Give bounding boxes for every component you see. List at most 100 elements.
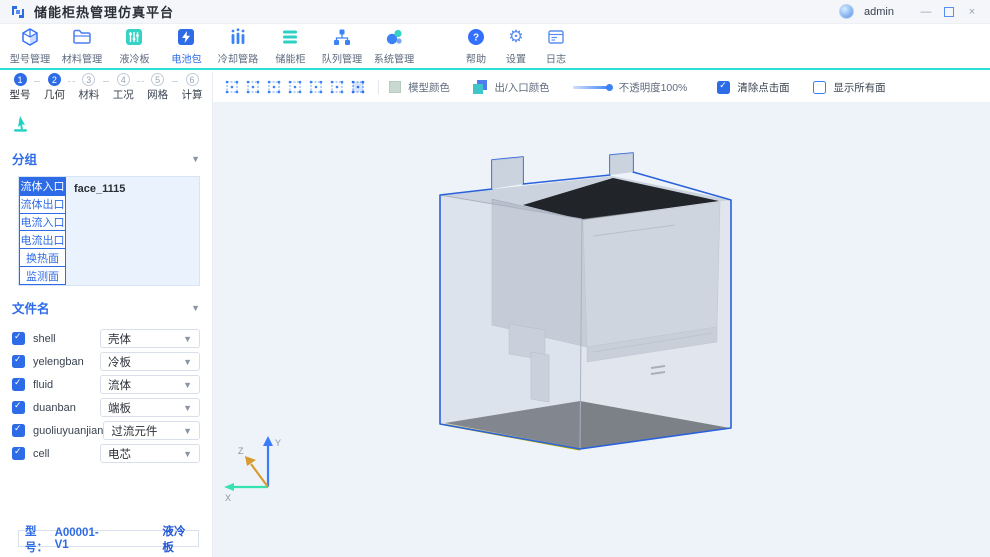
file-row-duanban: duanban 端板▼ bbox=[12, 396, 200, 419]
select-duanban-type[interactable]: 端板 ▼ bbox=[100, 398, 200, 417]
group-tab-fluid-inlet[interactable]: 流体入口 bbox=[19, 177, 66, 195]
toolbar-item-storage-cabinet[interactable]: 储能柜 bbox=[264, 26, 316, 67]
battery-pack-3d-model[interactable]: X Y Z bbox=[213, 102, 990, 557]
step-connector bbox=[34, 80, 41, 82]
group-tab-monitor-face[interactable]: 监测面 bbox=[19, 266, 66, 285]
checkbox-checked-icon[interactable] bbox=[717, 80, 731, 94]
secondary-toolbar: ? 帮助 ⚙ 设置 日志 bbox=[456, 26, 576, 67]
port-color-swatch bbox=[473, 80, 487, 94]
view-cube-icon[interactable] bbox=[309, 80, 323, 94]
chevron-down-icon: ▼ bbox=[183, 379, 192, 390]
axis-x-label: X bbox=[225, 493, 231, 503]
username[interactable]: admin bbox=[864, 6, 894, 18]
view-cube-icon-active[interactable] bbox=[351, 80, 365, 94]
checkbox-guoliuyuanjian[interactable] bbox=[12, 423, 25, 437]
chevron-down-icon[interactable]: ▼ bbox=[191, 303, 200, 313]
checkbox-unchecked-icon[interactable] bbox=[813, 80, 827, 94]
chevron-down-icon: ▼ bbox=[183, 333, 192, 344]
step-connector bbox=[102, 80, 110, 82]
opacity-slider[interactable] bbox=[573, 83, 614, 91]
axis-y-label: Y bbox=[275, 438, 281, 448]
module-name: 液冷板 bbox=[162, 525, 186, 554]
chevron-down-icon: ▼ bbox=[183, 425, 192, 436]
toolbar-item-cooling-pipeline[interactable]: 冷却管路 bbox=[212, 26, 264, 67]
model-color-swatch bbox=[389, 81, 401, 93]
select-fluid-type[interactable]: 流体 ▼ bbox=[100, 375, 200, 394]
file-row-shell: shell 壳体▼ bbox=[12, 327, 200, 350]
checkbox-cell[interactable] bbox=[12, 446, 25, 460]
select-guoliuyuanjian-type[interactable]: 过流元件 ▼ bbox=[103, 421, 200, 440]
clear-clicked-face-checkbox[interactable]: 清除点击面 bbox=[717, 79, 791, 95]
app-title: 储能柜热管理仿真平台 bbox=[34, 5, 175, 20]
toolbar-item-material-mgmt[interactable]: 材料管理 bbox=[56, 26, 108, 67]
file-row-cell: cell 电芯▼ bbox=[12, 442, 200, 465]
pick-face-tool[interactable] bbox=[12, 116, 212, 137]
top-tab-left bbox=[492, 157, 523, 189]
group-tab-current-inlet[interactable]: 电流入口 bbox=[19, 212, 66, 231]
view-cube-icon[interactable] bbox=[246, 80, 260, 94]
chevron-down-icon[interactable]: ▼ bbox=[191, 154, 200, 164]
minimize-button[interactable]: — bbox=[918, 4, 934, 20]
left-panel: 1 型号 2 几何 3 材料 4 工况 5 网格 6 计算 分组 ▼ 流体入口 流 bbox=[0, 72, 213, 557]
toolbar-item-battery-pack[interactable]: 电池包 bbox=[160, 26, 212, 67]
maximize-button[interactable] bbox=[944, 6, 954, 17]
shell-left-face bbox=[440, 195, 582, 449]
toolbar-item-log[interactable]: 日志 bbox=[536, 26, 576, 67]
opacity-label: 不透明度100% bbox=[618, 82, 688, 94]
step-condition[interactable]: 4 工况 bbox=[110, 72, 136, 102]
toolbar-item-help[interactable]: ? 帮助 bbox=[456, 26, 496, 67]
file-row-yelengban: yelengban 冷板▼ bbox=[12, 350, 200, 373]
view-cube-icon[interactable] bbox=[225, 80, 239, 94]
select-shell-type[interactable]: 壳体 ▼ bbox=[100, 329, 200, 348]
battery-icon bbox=[175, 26, 197, 48]
system-icon bbox=[383, 26, 405, 48]
step-connector bbox=[68, 80, 75, 82]
pipes-icon bbox=[227, 26, 249, 48]
toolbar-item-system-mgmt[interactable]: 系统管理 bbox=[368, 26, 420, 67]
group-tab-fluid-outlet[interactable]: 流体出口 bbox=[19, 194, 66, 213]
queue-icon bbox=[331, 26, 353, 48]
step-connector bbox=[137, 80, 144, 82]
checkbox-fluid[interactable] bbox=[12, 377, 25, 391]
toolbar-item-cold-plate[interactable]: 液冷板 bbox=[108, 26, 160, 67]
cabinet-icon bbox=[279, 26, 301, 48]
toolbar-item-settings[interactable]: ⚙ 设置 bbox=[496, 26, 536, 67]
view-cube-icon[interactable] bbox=[267, 80, 281, 94]
viewport-3d[interactable]: 模型颜色 出/入口颜色 不透明度100% 清除点击面 显示所有面 bbox=[213, 72, 990, 557]
model-label: 型号： bbox=[25, 525, 48, 554]
step-material[interactable]: 3 材料 bbox=[76, 72, 102, 102]
legend-port-color: 出/入口颜色 bbox=[473, 79, 551, 95]
toolbar-item-model-mgmt[interactable]: 型号管理 bbox=[4, 26, 56, 67]
main-toolbar: 型号管理 材料管理 液冷板 电池包 冷却管路 储能柜 队列管理 系统管理 ? 帮… bbox=[0, 24, 990, 70]
chevron-down-icon: ▼ bbox=[183, 356, 192, 367]
group-tab-heat-exchange-face[interactable]: 换热面 bbox=[19, 248, 66, 267]
chevron-down-icon: ▼ bbox=[183, 448, 192, 459]
step-model[interactable]: 1 型号 bbox=[7, 72, 33, 102]
view-cube-icon[interactable] bbox=[288, 80, 302, 94]
toolbar-item-queue-mgmt[interactable]: 队列管理 bbox=[316, 26, 368, 67]
group-tab-current-outlet[interactable]: 电流出口 bbox=[19, 230, 66, 249]
checkbox-duanban[interactable] bbox=[12, 400, 25, 414]
legend-model-color: 模型颜色 bbox=[389, 79, 451, 95]
step-mesh[interactable]: 5 网格 bbox=[145, 72, 171, 102]
select-cell-type[interactable]: 电芯 ▼ bbox=[100, 444, 200, 463]
model-status-bar: 型号： A00001-V1 液冷板 bbox=[18, 526, 199, 554]
slider-knob[interactable] bbox=[606, 83, 614, 91]
step-geometry[interactable]: 2 几何 bbox=[41, 72, 67, 102]
face-list-item[interactable]: face_1115 bbox=[74, 183, 191, 195]
checkbox-shell[interactable] bbox=[12, 331, 25, 345]
file-row-fluid: fluid 流体▼ bbox=[12, 373, 200, 396]
step-connector bbox=[171, 80, 179, 82]
filename-section-header[interactable]: 文件名 ▼ bbox=[12, 298, 200, 317]
show-all-faces-checkbox[interactable]: 显示所有面 bbox=[813, 79, 887, 95]
group-section-header[interactable]: 分组 ▼ bbox=[12, 149, 200, 168]
user-avatar[interactable] bbox=[839, 4, 855, 19]
view-cube-icon[interactable] bbox=[330, 80, 344, 94]
content: 1 型号 2 几何 3 材料 4 工况 5 网格 6 计算 分组 ▼ 流体入口 流 bbox=[0, 72, 990, 557]
top-tab-right bbox=[610, 153, 633, 175]
select-yelengban-type[interactable]: 冷板 ▼ bbox=[100, 352, 200, 371]
pick-cursor-icon bbox=[14, 116, 27, 132]
checkbox-yelengban[interactable] bbox=[12, 354, 25, 368]
step-compute[interactable]: 6 计算 bbox=[179, 72, 205, 102]
close-button[interactable]: × bbox=[964, 4, 980, 20]
